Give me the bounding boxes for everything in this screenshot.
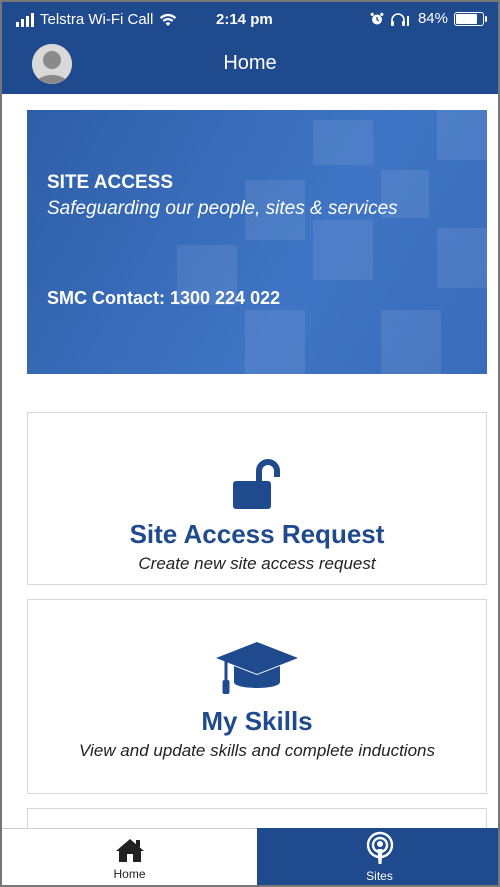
alarm-icon (370, 12, 384, 24)
my-skills-card[interactable]: My Skills View and update skills and com… (27, 599, 487, 794)
card-icon-wrap (28, 638, 486, 700)
nav-sites[interactable]: Sites (257, 828, 498, 885)
battery-percent: 84% (417, 10, 448, 27)
banner-tile (381, 310, 441, 374)
page-title: Home (223, 52, 277, 74)
banner-tile (313, 220, 373, 280)
status-bar: Telstra Wi-Fi Call 2:14 pm 84% (2, 2, 498, 36)
card-icon-wrap (28, 455, 486, 511)
banner-tile (313, 120, 373, 165)
banner-contact: SMC Contact: 1300 224 022 (47, 288, 281, 308)
carrier-name: Telstra Wi-Fi Call (40, 11, 154, 28)
banner-title: SITE ACCESS (47, 172, 173, 193)
status-left: Telstra Wi-Fi Call (16, 11, 177, 28)
card-title: Site Access Request (129, 519, 385, 549)
banner-tile (437, 110, 487, 160)
banner-subtitle: Safeguarding our people, sites & service… (47, 198, 398, 219)
status-right: 84% (370, 10, 487, 27)
bottom-nav: Home Sites (2, 828, 498, 885)
banner-tile (245, 310, 305, 374)
graduation-cap-icon (216, 642, 298, 694)
site-access-request-card[interactable]: Site Access Request Create new site acce… (27, 412, 487, 585)
card-title: My Skills (201, 706, 313, 736)
unlock-icon (233, 459, 280, 509)
home-icon (115, 839, 144, 862)
nav-home-label: Home (113, 867, 146, 881)
nav-sites-label: Sites (366, 869, 393, 883)
card-description: View and update skills and complete indu… (79, 741, 435, 760)
top-bar: Telstra Wi-Fi Call 2:14 pm 84% Home (2, 2, 498, 94)
nav-home[interactable]: Home (2, 828, 257, 885)
podcast-icon (366, 831, 393, 864)
battery-icon (454, 11, 487, 26)
card-description: Create new site access request (138, 554, 376, 573)
banner-tile (437, 228, 487, 288)
app-frame: Telstra Wi-Fi Call 2:14 pm 84% Home SITE… (0, 0, 500, 887)
wifi-icon (160, 13, 177, 26)
site-access-banner: SITE ACCESS Safeguarding our people, sit… (27, 110, 487, 374)
headphones-icon (390, 12, 409, 26)
status-time: 2:14 pm (216, 11, 273, 28)
signal-icon (16, 12, 34, 27)
